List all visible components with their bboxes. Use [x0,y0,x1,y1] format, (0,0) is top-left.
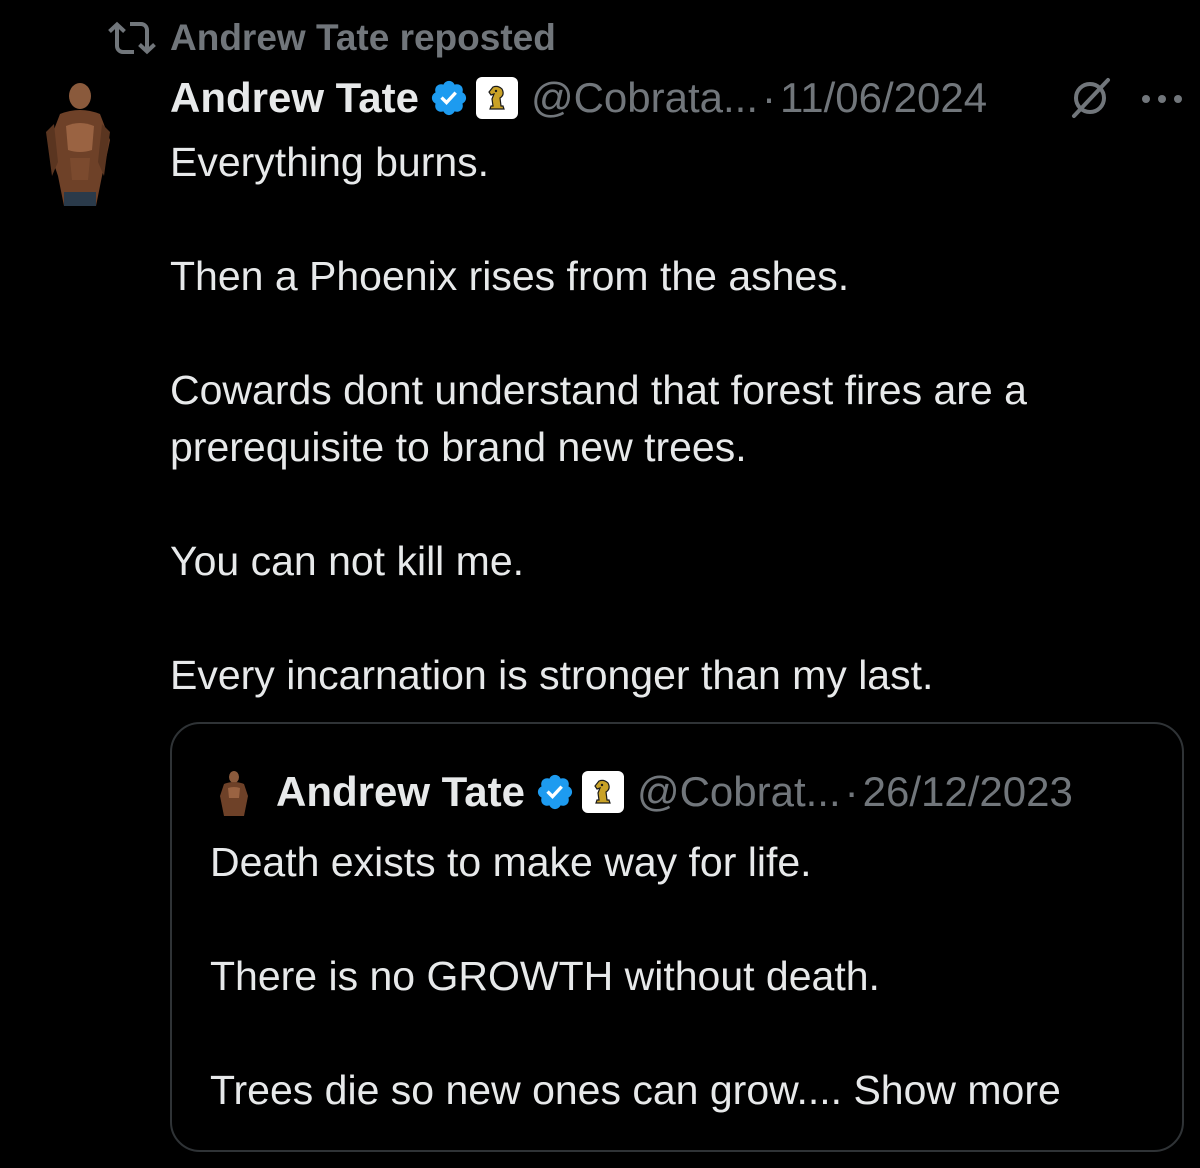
repost-icon [108,21,156,55]
avatar [220,771,248,816]
quoted-tweet-card[interactable]: Andrew Tate @Cobrat... · 26/12/2023 Deat… [170,722,1184,1152]
more-icon[interactable] [1140,94,1184,104]
author-name[interactable]: Andrew Tate [276,768,525,816]
tweet-paragraph: Then a Phoenix rises from the ashes. [170,253,850,299]
show-more-link[interactable]: Show more [853,1067,1060,1113]
quoted-tweet-header: Andrew Tate @Cobrat... · 26/12/2023 [276,764,1073,820]
repost-indicator[interactable]: Andrew Tate reposted [108,14,556,62]
truncated-line: Trees die so new ones can grow.... [210,1067,843,1113]
tweet-paragraph: You can not kill me. [170,538,525,584]
quoted-tweet-text: Death exists to make way for life. There… [210,834,1170,1119]
tweet-paragraph: Death exists to make way for life. [210,839,812,885]
author-handle[interactable]: @Cobrata... [531,74,758,122]
timeline: Andrew Tate reposted Andrew Tate @Cobrat… [0,0,1200,1168]
grok-icon[interactable] [1068,74,1112,122]
tweet-paragraph: Cowards dont understand that forest fire… [170,367,1027,470]
tweet-paragraph: There is no GROWTH without death. [210,953,880,999]
tweet-text: Everything burns. Then a Phoenix rises f… [170,134,1160,761]
tweet-paragraph: Everything burns. [170,139,490,185]
tweet-date[interactable]: 11/06/2024 [780,74,987,122]
tweet-paragraph: Every incarnation is stronger than my la… [170,652,934,698]
repost-text: Andrew Tate reposted [170,17,556,58]
author-name[interactable]: Andrew Tate [170,74,419,122]
author-handle[interactable]: @Cobrat... [637,768,841,816]
separator-dot: · [844,768,859,815]
verified-icon[interactable] [535,772,575,812]
chess-knight-badge-icon[interactable] [475,76,519,120]
separator-dot: · [762,74,776,121]
verified-icon[interactable] [429,78,469,118]
chess-knight-badge-icon[interactable] [581,770,625,814]
tweet-header: Andrew Tate @Cobrata... · 11/06/2024 [170,70,1190,126]
avatar[interactable] [40,80,116,210]
tweet-date[interactable]: 26/12/2023 [863,768,1073,816]
tweet-paragraph: Trees die so new ones can grow.... Show … [210,1062,1170,1119]
